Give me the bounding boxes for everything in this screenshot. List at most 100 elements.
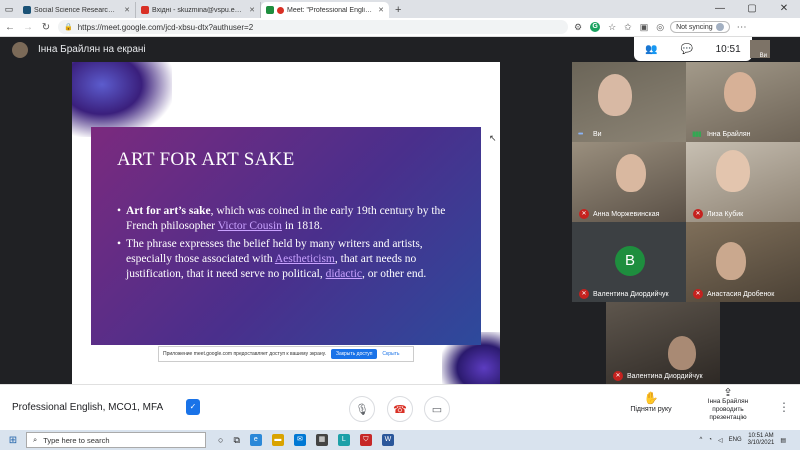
shared-screen: ART FOR ART SAKE Art for art’s sake, whi… (72, 62, 500, 384)
extension-puzzle-icon[interactable]: ⚙ (574, 22, 582, 33)
participant-video (668, 336, 696, 370)
collections-icon[interactable]: ▣ (640, 22, 649, 33)
mic-off-icon: ✕ (579, 289, 589, 299)
account-icon[interactable]: ◎ (656, 22, 664, 33)
store-icon[interactable]: ▦ (315, 434, 328, 446)
app-shield-icon[interactable]: ⛉ (359, 434, 372, 446)
grammarly-icon[interactable]: G (590, 22, 601, 32)
tab-meet-title: Meet: "Professional English... (287, 6, 373, 14)
window-menu-icon[interactable]: ▭ (0, 0, 18, 18)
participant-tile[interactable]: ••• Ви (572, 62, 686, 142)
link-aestheticism[interactable]: Aestheticism (275, 253, 335, 265)
system-tray: ^ ◔ ◁ ENG 10:51 AM 3/10/2021 ▤ (700, 433, 800, 447)
slide-bullet: Art for art’s sake, which was coined in … (117, 204, 467, 234)
language-indicator[interactable]: ENG (729, 437, 742, 443)
more-options-icon[interactable]: ⋮ (778, 400, 790, 414)
camera-icon: ▭ (431, 403, 443, 416)
camera-button[interactable]: ▭ (424, 396, 450, 422)
browser-menu-icon[interactable]: ⋯ (736, 22, 748, 33)
url-field[interactable]: 🔒 https://meet.google.com/jcd-xbsu-dtx?a… (58, 20, 568, 34)
participant-video (616, 154, 646, 192)
raise-hand-button[interactable]: ✋ Підняти руку (624, 391, 678, 413)
volume-icon[interactable]: ◁ (718, 437, 723, 444)
more-dots-icon[interactable]: ••• (578, 131, 583, 138)
profile-button[interactable]: Not syncing (670, 21, 730, 33)
meeting-clock: 10:51 (715, 43, 741, 55)
profile-button-label: Not syncing (676, 23, 713, 31)
participant-video (716, 242, 746, 280)
stop-sharing-button[interactable]: Закрыть доступ (331, 349, 378, 359)
gmail-favicon-icon (141, 6, 149, 14)
taskbar-search[interactable]: ⌕ Type here to search (26, 432, 206, 448)
word-icon[interactable]: W (381, 434, 394, 446)
star-icon[interactable]: ☆ (608, 22, 616, 33)
lock-icon: 🔒 (64, 24, 73, 31)
hang-up-icon: ☎ (393, 403, 407, 416)
participant-tile[interactable]: B ✕ Валентина Диордийчук (572, 222, 686, 302)
participant-tile[interactable]: ✕ Анна Моржевинская (572, 142, 686, 222)
close-window-icon[interactable]: ✕ (768, 0, 800, 18)
slide-bullet: The phrase expresses the belief held by … (117, 237, 467, 282)
bullet-text: in 1818. (281, 220, 323, 232)
taskbar-search-placeholder: Type here to search (43, 435, 110, 445)
leave-call-button[interactable]: ☎ (387, 396, 413, 422)
minimize-icon[interactable]: — (704, 0, 736, 18)
participant-video (716, 150, 750, 192)
meeting-safety-icon[interactable]: ✓ (186, 399, 200, 415)
tab-gmail[interactable]: Вхідні - skuzmina@vspu.edu.ua ✕ (136, 2, 261, 18)
presenting-button[interactable]: ⇪ Інна Брайлян проводить презентацію (696, 387, 760, 422)
mouse-cursor-icon: ↖ (489, 133, 497, 143)
address-bar: ← → ↻ 🔒 https://meet.google.com/jcd-xbsu… (0, 18, 800, 37)
close-tab-icon[interactable]: ✕ (249, 6, 255, 14)
microphone-icon: 🎙 (355, 403, 369, 416)
app-l-icon[interactable]: L (337, 434, 350, 446)
close-tab-icon[interactable]: ✕ (378, 6, 384, 14)
back-icon[interactable]: ← (4, 22, 16, 33)
file-explorer-icon[interactable]: ▬ (271, 434, 284, 446)
participant-avatar: B (615, 246, 645, 276)
participant-name: Лиза Кубик (707, 211, 744, 218)
present-screen-icon: ⇪ (723, 387, 733, 399)
presenting-label-line1: Інна Брайлян (707, 398, 749, 405)
windows-start-icon[interactable]: ⊞ (0, 435, 26, 446)
mail-icon[interactable]: ✉ (293, 434, 306, 446)
favorites-icon[interactable]: ✩ (624, 22, 632, 33)
participant-tile[interactable]: ✕ Валентина Диордийчук (606, 302, 720, 384)
participant-tile[interactable]: ▮▮▮ Інна Брайлян (686, 62, 800, 142)
network-icon[interactable]: ◔ (708, 437, 712, 443)
maximize-icon[interactable]: ▢ (736, 0, 768, 18)
participant-tile[interactable]: ✕ Лиза Кубик (686, 142, 800, 222)
microphone-button[interactable]: 🎙 (349, 396, 375, 422)
close-tab-icon[interactable]: ✕ (124, 6, 130, 14)
presenter-avatar (12, 41, 28, 58)
participant-name: Валентина Диордийчук (593, 291, 669, 298)
tray-arrow-icon[interactable]: ^ (700, 437, 703, 443)
notifications-icon[interactable]: ▤ (780, 437, 786, 444)
extension-icons: ⚙ G ☆ ✩ ▣ ◎ (574, 22, 664, 33)
reload-icon[interactable]: ↻ (40, 22, 52, 33)
tab-gmail-title: Вхідні - skuzmina@vspu.edu.ua (152, 6, 244, 14)
profile-avatar (715, 23, 724, 31)
participant-name: Інна Брайлян (707, 131, 751, 138)
edge-icon[interactable]: e (249, 434, 262, 446)
forward-icon[interactable]: → (22, 22, 34, 33)
meet-favicon-icon (266, 6, 274, 14)
chat-icon[interactable]: 💬 (680, 44, 692, 55)
link-victor-cousin[interactable]: Victor Cousin (218, 220, 282, 232)
tab-meet[interactable]: Meet: "Professional English... ✕ (261, 2, 389, 18)
new-tab-button[interactable]: + (389, 2, 407, 18)
link-didactic[interactable]: didactic (326, 268, 362, 280)
hide-notice-button[interactable]: Скрыть (382, 351, 399, 357)
task-view-icon[interactable]: ⧉ (233, 435, 239, 446)
window-controls: — ▢ ✕ (704, 0, 800, 18)
participant-name: Анна Моржевинская (593, 211, 660, 218)
slide-title: ART FOR ART SAKE (117, 149, 295, 170)
tab-ssrn[interactable]: Social Science Research Network ✕ (18, 2, 136, 18)
raise-hand-label: Підняти руку (630, 406, 672, 413)
nebula-decoration (72, 62, 172, 137)
participant-tile[interactable]: ✕ Анастасия Дробенок (686, 222, 800, 302)
taskbar-clock[interactable]: 10:51 AM 3/10/2021 (748, 433, 775, 447)
tab-ssrn-title: Social Science Research Network (34, 6, 118, 14)
people-icon[interactable]: 👥 (645, 44, 657, 55)
cortana-icon[interactable]: ○ (218, 435, 223, 445)
